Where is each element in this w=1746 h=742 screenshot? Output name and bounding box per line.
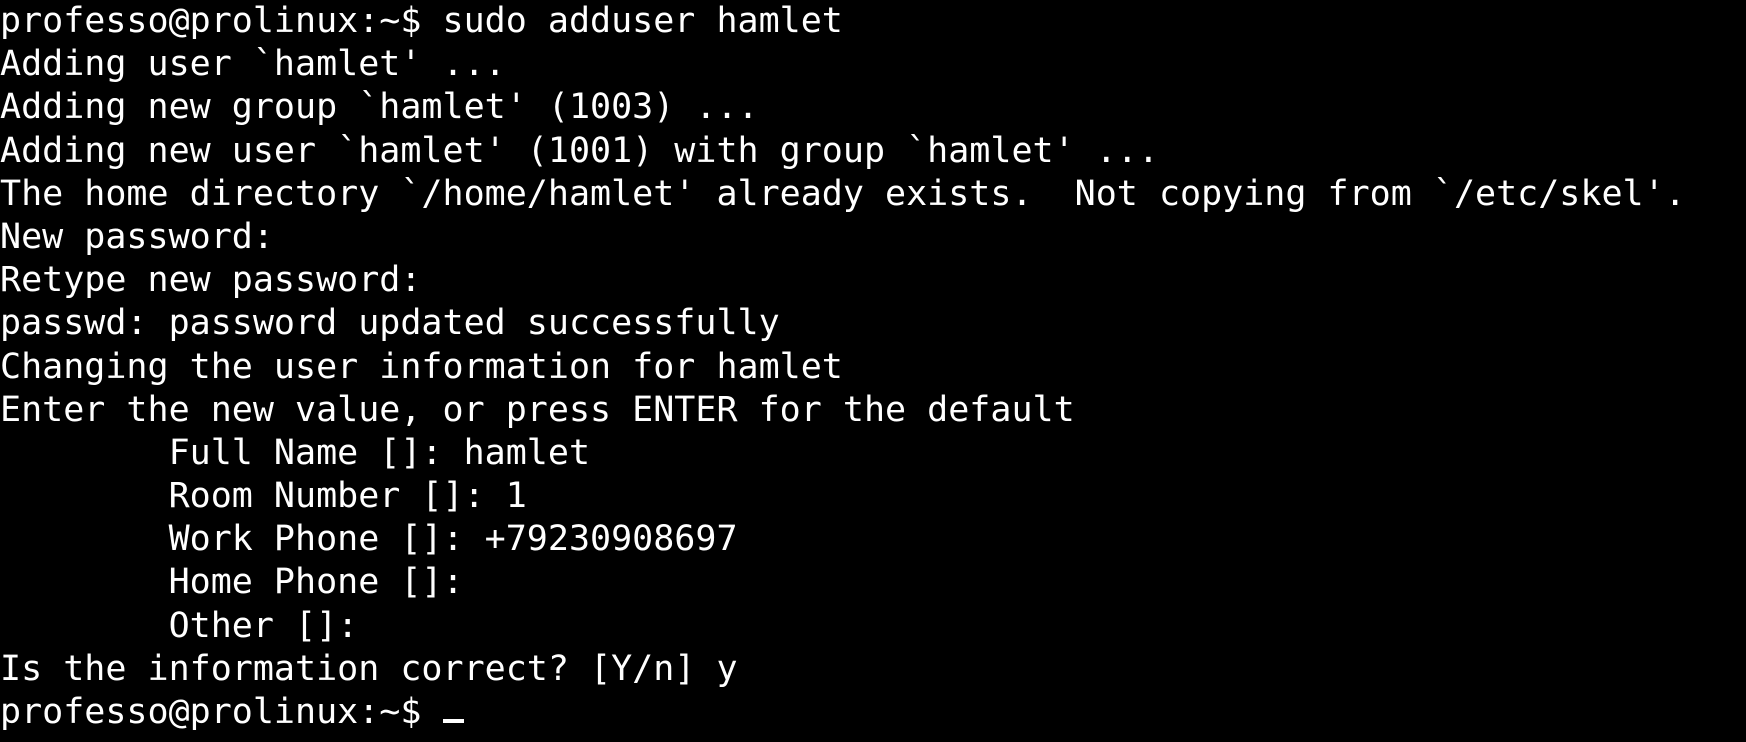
terminal-line: Adding new user `hamlet' (1001) with gro… — [0, 130, 1159, 171]
terminal-line: Work Phone []: +79230908697 — [0, 519, 738, 560]
terminal-screen[interactable]: professo@prolinux:~$ sudo adduser hamlet… — [0, 0, 1746, 742]
shell-prompt: professo@prolinux:~$ — [0, 692, 443, 732]
command-prompt-line[interactable]: professo@prolinux:~$ — [0, 691, 1746, 734]
terminal-line: New password: — [0, 216, 274, 257]
terminal-line: Other []: — [0, 605, 359, 646]
terminal-line: Room Number []: 1 — [0, 476, 527, 517]
terminal-line: Retype new password: — [0, 260, 422, 301]
terminal-line: Adding user `hamlet' ... — [0, 44, 506, 85]
terminal-line: The home directory `/home/hamlet' alread… — [0, 173, 1686, 214]
terminal-line: Enter the new value, or press ENTER for … — [0, 389, 1075, 430]
terminal-line: professo@prolinux:~$ sudo adduser hamlet — [0, 1, 843, 41]
terminal-line: Is the information correct? [Y/n] y — [0, 648, 738, 689]
text-cursor — [442, 719, 464, 723]
terminal-line: Adding new group `hamlet' (1003) ... — [0, 87, 759, 128]
terminal-line: Full Name []: hamlet — [0, 432, 591, 473]
terminal-line: Changing the user information for hamlet — [0, 346, 843, 387]
terminal-line: passwd: password updated successfully — [0, 303, 780, 344]
terminal-line: Home Phone []: — [0, 562, 464, 603]
